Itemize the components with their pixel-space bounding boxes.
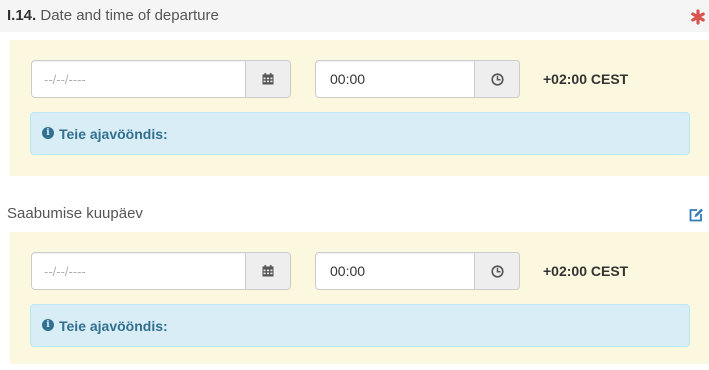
departure-panel: +02:00 CEST i Teie ajavööndis:: [10, 40, 709, 176]
arrival-time-input[interactable]: [316, 253, 476, 289]
info-circle-icon: i: [42, 319, 54, 331]
departure-number: I.14.: [7, 7, 37, 24]
arrival-panel: +02:00 CEST i Teie ajavööndis:: [10, 232, 709, 364]
departure-time-group: [315, 60, 520, 98]
edit-icon[interactable]: [688, 207, 704, 223]
departure-title-text: Date and time of departure: [40, 7, 219, 24]
arrival-calendar-button[interactable]: [245, 253, 290, 289]
departure-time-input[interactable]: [316, 61, 476, 97]
departure-info-box: i Teie ajavööndis:: [30, 112, 690, 155]
info-circle-icon: i: [42, 127, 54, 139]
departure-header: I.14. Date and time of departure: [0, 0, 709, 32]
arrival-date-input[interactable]: [32, 253, 247, 289]
departure-date-group: [31, 60, 291, 98]
departure-clock-button[interactable]: [474, 61, 519, 97]
departure-timezone: +02:00 CEST: [543, 71, 629, 87]
arrival-title: Saabumise kuupäev: [7, 205, 143, 222]
arrival-time-group: [315, 252, 520, 290]
calendar-icon: [262, 265, 274, 277]
asterisk-icon: [691, 9, 705, 25]
calendar-icon: [262, 73, 274, 85]
clock-icon: [490, 264, 504, 278]
departure-section: I.14. Date and time of departure --/--/-…: [0, 0, 709, 180]
arrival-info-box: i Teie ajavööndis:: [30, 304, 690, 347]
arrival-info-text: Teie ajavööndis:: [59, 318, 168, 334]
arrival-header: Saabumise kuupäev: [0, 198, 709, 230]
departure-info-text: Teie ajavööndis:: [59, 126, 168, 142]
departure-title: I.14. Date and time of departure: [7, 7, 219, 24]
clock-icon: [490, 72, 504, 86]
departure-date-input[interactable]: [32, 61, 247, 97]
arrival-timezone: +02:00 CEST: [543, 263, 629, 279]
arrival-section: Saabumise kuupäev --/--/---- 00:00 +02:0…: [0, 198, 709, 370]
arrival-clock-button[interactable]: [474, 253, 519, 289]
departure-calendar-button[interactable]: [245, 61, 290, 97]
arrival-date-group: [31, 252, 291, 290]
